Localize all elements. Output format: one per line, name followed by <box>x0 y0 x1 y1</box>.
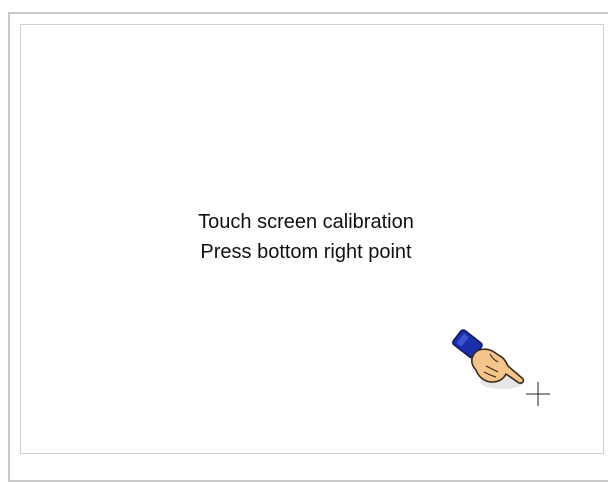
calibration-title: Touch screen calibration <box>198 211 414 233</box>
calibration-message: Touch screen calibration Press bottom ri… <box>21 207 591 267</box>
pointing-hand-icon <box>452 329 525 389</box>
calibration-instruction: Press bottom right point <box>200 241 412 263</box>
crosshair-icon[interactable] <box>526 382 550 406</box>
